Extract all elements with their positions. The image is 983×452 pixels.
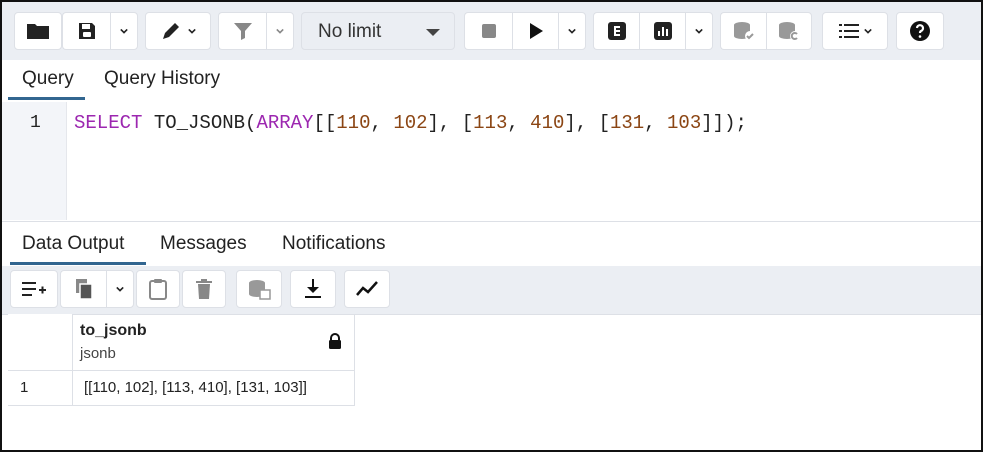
keyword-array: ARRAY [256, 112, 314, 134]
copy-options-button[interactable] [106, 270, 134, 308]
macros-icon [839, 24, 859, 38]
column-header[interactable]: to_jsonb jsonb [72, 314, 355, 371]
explain-icon [607, 22, 626, 40]
lock-icon [329, 333, 341, 349]
edit-menu-button[interactable] [145, 12, 211, 50]
paste-icon [149, 279, 167, 300]
explain-analyze-icon [653, 22, 672, 40]
active-tab-indicator [8, 97, 85, 100]
save-data-button[interactable] [236, 270, 282, 308]
rollback-button[interactable] [766, 12, 812, 50]
number-literal: 131 [610, 112, 645, 134]
filter-button[interactable] [218, 12, 266, 50]
row-number[interactable]: 1 [8, 371, 73, 406]
punctuation: ( [245, 112, 257, 134]
number-literal: 110 [336, 112, 371, 134]
grid-corner[interactable] [8, 314, 73, 371]
cell-value: [[110, 102], [113, 410], [131, 103]] [84, 379, 307, 396]
number-literal: 103 [667, 112, 702, 134]
macros-button[interactable] [822, 12, 888, 50]
explain-analyze-button[interactable] [639, 12, 685, 50]
copy-button[interactable] [60, 270, 106, 308]
download-button[interactable] [290, 270, 336, 308]
sql-editor[interactable]: 1 SELECT TO_JSONB(ARRAY[[110, 102], [113… [2, 102, 981, 220]
graph-visualiser-button[interactable] [344, 270, 390, 308]
chevron-down-icon [864, 28, 872, 34]
tab-query-history[interactable]: Query History [104, 68, 220, 90]
stop-button[interactable] [464, 12, 512, 50]
rollback-icon [779, 22, 800, 41]
save-options-button[interactable] [110, 12, 138, 50]
pgadmin-query-tool: No limit Query Query History 1 SELECT TO… [0, 0, 983, 452]
function-name: TO_JSONB [153, 112, 246, 134]
number-literal: 102 [393, 112, 428, 134]
tab-query[interactable]: Query [22, 68, 74, 90]
delete-button[interactable] [182, 270, 226, 308]
tab-messages[interactable]: Messages [160, 233, 247, 255]
save-data-icon [249, 280, 271, 300]
add-row-button[interactable] [10, 270, 58, 308]
chevron-down-icon [695, 28, 703, 34]
caret-down-icon [426, 29, 440, 36]
keyword-select: SELECT [74, 112, 143, 134]
punctuation: ); [724, 112, 747, 134]
column-type: jsonb [80, 345, 116, 362]
copy-icon [75, 279, 93, 300]
commit-icon [733, 22, 755, 41]
punctuation: [ [313, 112, 325, 134]
main-toolbar: No limit [2, 2, 981, 61]
filter-options-button[interactable] [266, 12, 294, 50]
paste-button[interactable] [136, 270, 180, 308]
chevron-down-icon [276, 28, 284, 34]
column-name: to_jsonb [80, 322, 147, 339]
results-toolbar [2, 266, 981, 315]
result-tabs: Data Output Messages Notifications [2, 221, 981, 267]
help-button[interactable] [896, 12, 944, 50]
code-line[interactable]: SELECT TO_JSONB(ARRAY[[110, 102], [113, … [74, 112, 747, 134]
row-number-label: 1 [20, 379, 29, 396]
line-gutter: 1 [2, 102, 67, 220]
explain-options-button[interactable] [685, 12, 713, 50]
row-limit-select[interactable]: No limit [301, 12, 455, 50]
download-icon [305, 279, 321, 298]
help-icon [910, 21, 930, 41]
pen-icon [163, 23, 179, 39]
explain-button[interactable] [593, 12, 639, 50]
chevron-down-icon [116, 286, 124, 292]
save-icon [78, 23, 95, 39]
execute-options-button[interactable] [558, 12, 586, 50]
play-icon [529, 23, 543, 39]
number-literal: 410 [530, 112, 565, 134]
add-row-icon [22, 282, 46, 296]
active-tab-indicator [10, 262, 146, 265]
stop-icon [481, 24, 496, 38]
trash-icon [196, 279, 212, 299]
number-literal: 113 [473, 112, 508, 134]
query-tabs: Query Query History [2, 60, 981, 102]
tab-data-output[interactable]: Data Output [22, 233, 124, 255]
line-number: 1 [30, 113, 41, 133]
commit-button[interactable] [720, 12, 766, 50]
chevron-down-icon [568, 28, 576, 34]
save-button[interactable] [62, 12, 110, 50]
chevron-down-icon [188, 28, 196, 34]
folder-open-icon [27, 24, 49, 39]
tab-notifications[interactable]: Notifications [282, 233, 386, 255]
execute-button[interactable] [512, 12, 558, 50]
chart-line-icon [356, 281, 378, 296]
filter-icon [233, 23, 252, 40]
table-cell[interactable]: [[110, 102], [113, 410], [131, 103]] [72, 371, 355, 406]
row-limit-value: No limit [318, 21, 382, 42]
open-file-button[interactable] [14, 12, 62, 50]
chevron-down-icon [120, 28, 128, 34]
